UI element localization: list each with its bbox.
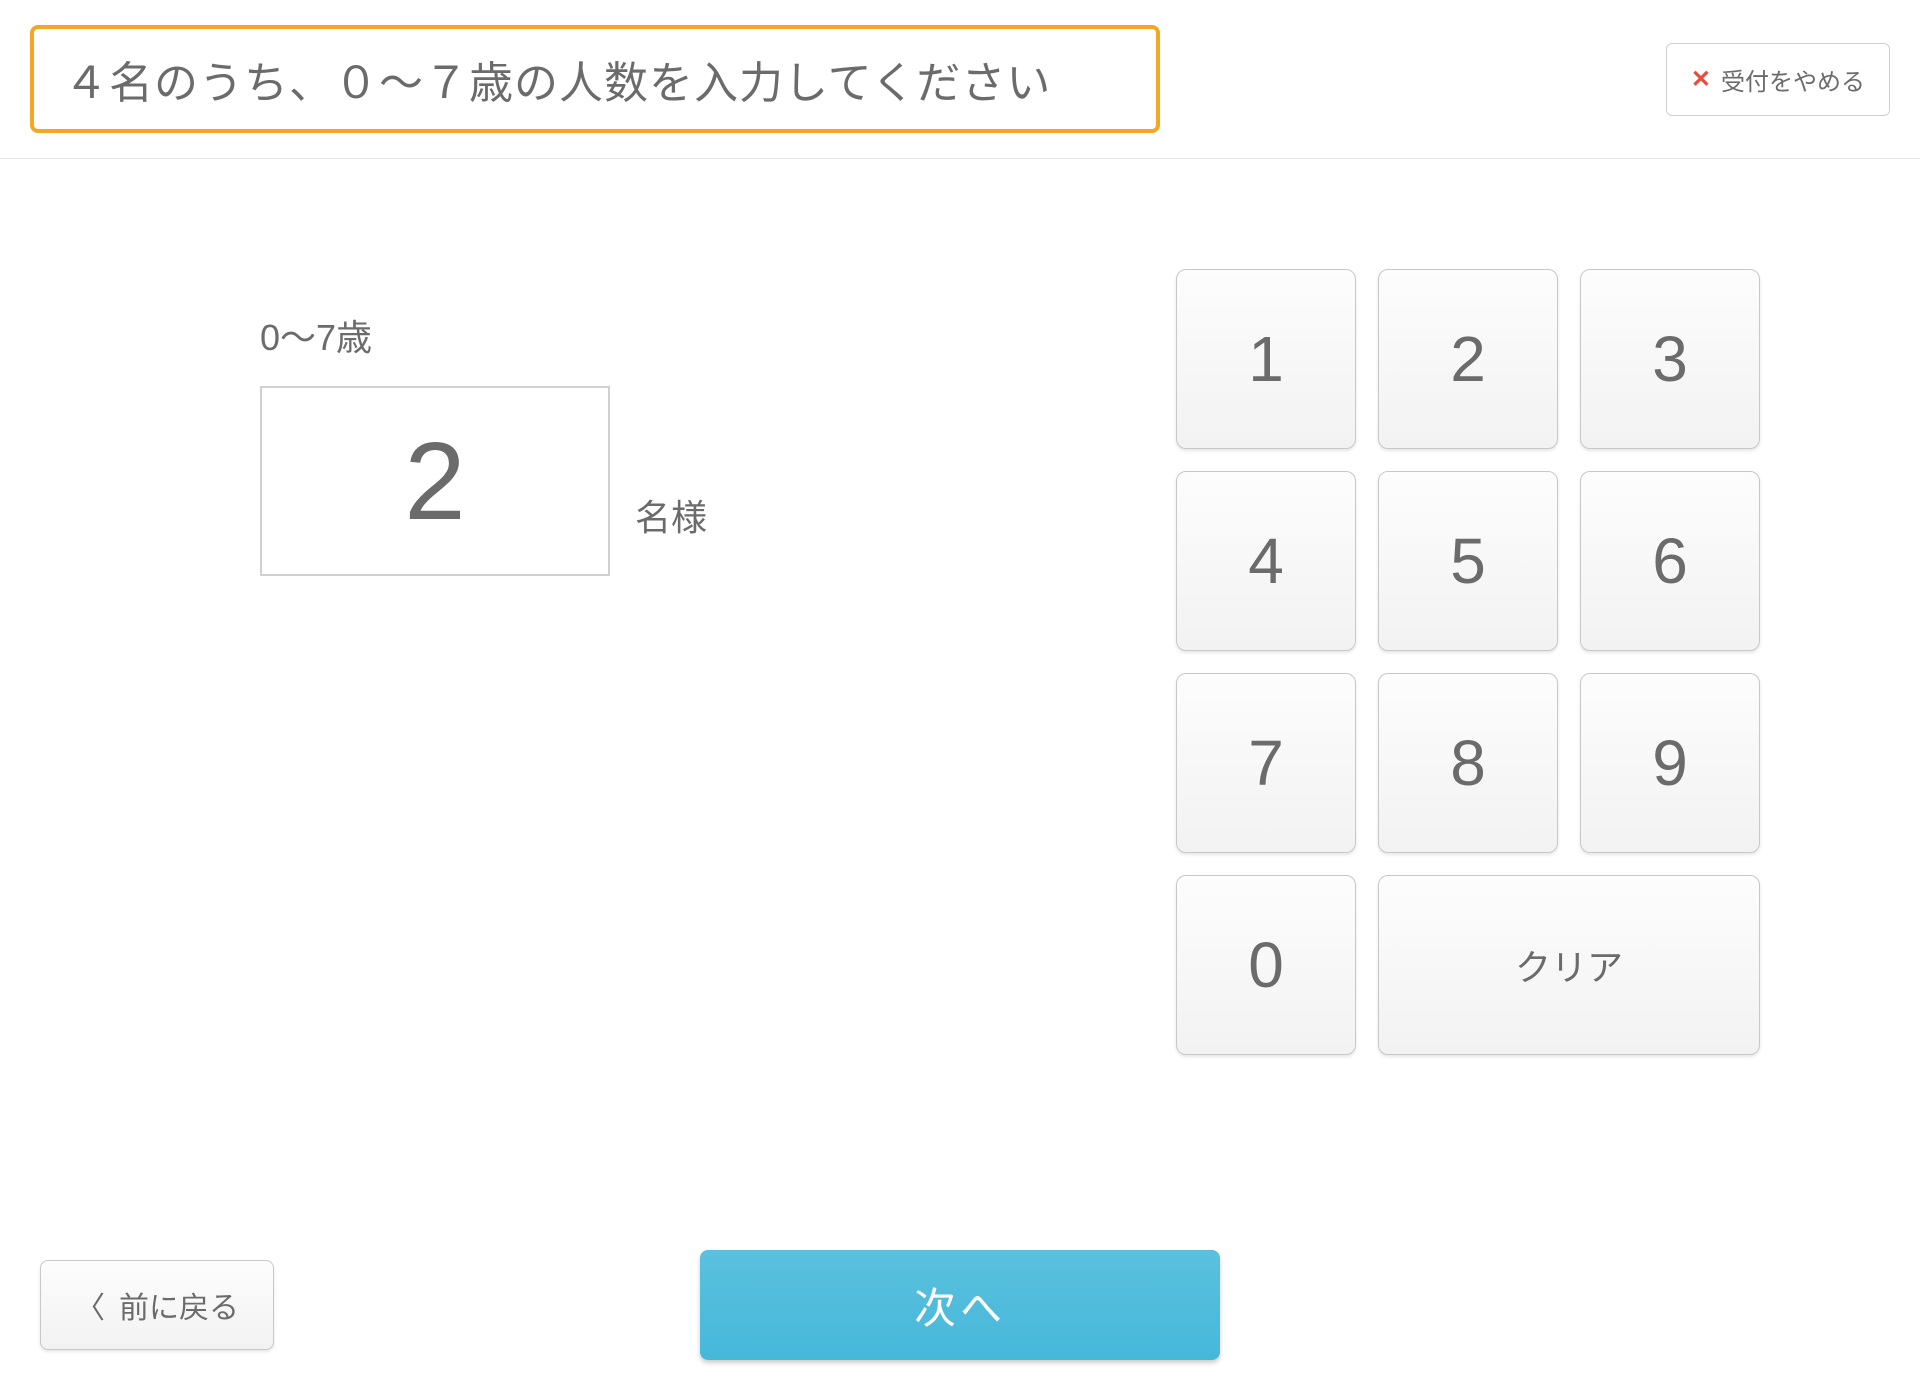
- numeric-keypad: 1 2 3 4 5 6 7 8 9 0 クリア: [1176, 269, 1860, 1055]
- keypad-4[interactable]: 4: [1176, 471, 1356, 651]
- value-display: 2: [260, 386, 610, 576]
- keypad-0[interactable]: 0: [1176, 875, 1356, 1055]
- keypad-3[interactable]: 3: [1580, 269, 1760, 449]
- input-section: 0〜7歳 2 名様: [60, 269, 1116, 1055]
- back-label: 前に戻る: [119, 1283, 239, 1327]
- prompt-text: ４名のうち、０〜７歳の人数を入力してください: [64, 47, 1126, 111]
- value-row: 2 名様: [260, 386, 1116, 576]
- prompt-box: ４名のうち、０〜７歳の人数を入力してください: [30, 25, 1160, 133]
- close-icon: ✕: [1691, 65, 1711, 94]
- cancel-button[interactable]: ✕ 受付をやめる: [1666, 43, 1890, 116]
- keypad-9[interactable]: 9: [1580, 673, 1760, 853]
- main-content: 0〜7歳 2 名様 1 2 3 4 5 6 7 8 9 0 クリア: [0, 159, 1920, 1115]
- cancel-label: 受付をやめる: [1721, 62, 1865, 97]
- keypad-2[interactable]: 2: [1378, 269, 1558, 449]
- keypad-1[interactable]: 1: [1176, 269, 1356, 449]
- chevron-left-icon: 〈: [75, 1283, 105, 1327]
- back-button[interactable]: 〈 前に戻る: [40, 1260, 274, 1350]
- keypad-8[interactable]: 8: [1378, 673, 1558, 853]
- value-suffix: 名様: [635, 489, 707, 576]
- keypad-clear[interactable]: クリア: [1378, 875, 1760, 1055]
- keypad-7[interactable]: 7: [1176, 673, 1356, 853]
- next-button[interactable]: 次へ: [700, 1250, 1220, 1360]
- footer: 〈 前に戻る 次へ: [0, 1260, 1920, 1350]
- keypad-5[interactable]: 5: [1378, 471, 1558, 651]
- keypad-6[interactable]: 6: [1580, 471, 1760, 651]
- age-range-label: 0〜7歳: [260, 309, 1116, 361]
- header: ４名のうち、０〜７歳の人数を入力してください ✕ 受付をやめる: [0, 0, 1920, 159]
